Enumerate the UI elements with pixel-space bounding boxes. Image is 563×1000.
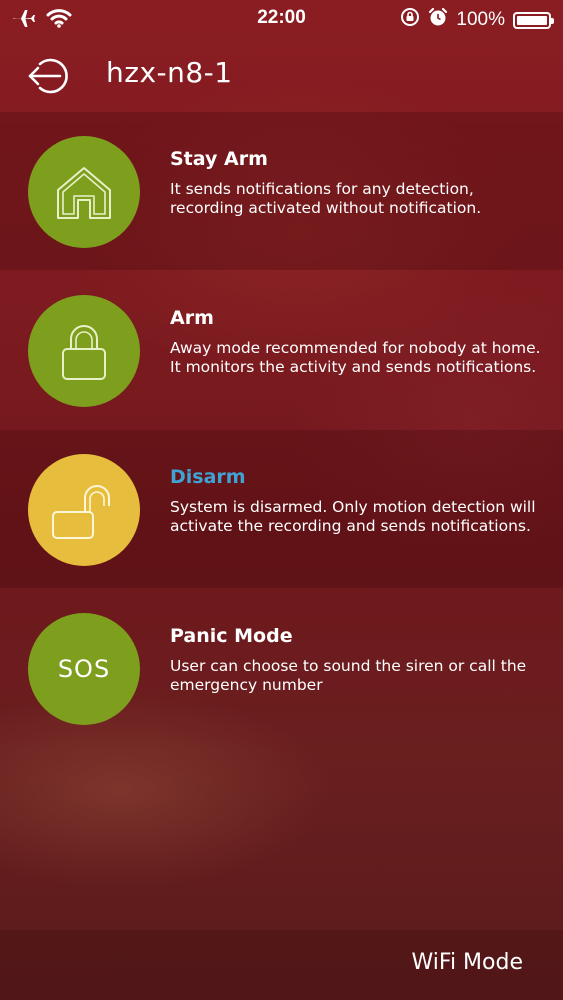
mode-description: It sends notifications for any detection… bbox=[170, 180, 482, 217]
mode-title: Stay Arm bbox=[170, 148, 268, 170]
alarm-icon bbox=[428, 7, 448, 33]
mode-circle bbox=[28, 136, 140, 248]
orientation-lock-icon bbox=[400, 7, 420, 33]
mode-arm[interactable]: Arm Away mode recommended for nobody at … bbox=[0, 271, 563, 429]
mode-disarm[interactable]: Disarm System is disarmed. Only motion d… bbox=[0, 430, 563, 588]
mode-circle: SOS bbox=[28, 613, 140, 725]
status-bar: 22:00 100% bbox=[0, 0, 563, 38]
mode-stay-arm[interactable]: Stay Arm It sends notifications for any … bbox=[0, 112, 563, 270]
battery-icon bbox=[513, 11, 554, 29]
battery-level bbox=[517, 15, 547, 25]
wifi-mode-button[interactable]: WiFi Mode bbox=[412, 950, 523, 975]
page-title: hzx-n8-1 bbox=[106, 56, 233, 89]
mode-description: User can choose to sound the siren or ca… bbox=[170, 657, 527, 694]
mode-title: Disarm bbox=[170, 466, 246, 488]
header: hzx-n8-1 bbox=[0, 40, 563, 110]
battery-percent: 100% bbox=[456, 9, 505, 30]
mode-title: Arm bbox=[170, 307, 214, 329]
mode-circle bbox=[28, 295, 140, 407]
status-right: 100% bbox=[400, 7, 554, 33]
mode-panic[interactable]: SOS Panic Mode User can choose to sound … bbox=[0, 589, 563, 747]
home-icon bbox=[57, 167, 111, 219]
lock-open-icon bbox=[52, 485, 110, 539]
mode-circle bbox=[28, 454, 140, 566]
lock-closed-icon bbox=[62, 325, 106, 380]
logout-arrow-icon bbox=[28, 58, 68, 94]
mode-description: System is disarmed. Only motion detectio… bbox=[170, 498, 536, 535]
sos-icon: SOS bbox=[57, 655, 111, 683]
mode-description: Away mode recommended for nobody at home… bbox=[170, 339, 541, 376]
mode-title: Panic Mode bbox=[170, 625, 293, 647]
back-button[interactable] bbox=[26, 54, 78, 98]
